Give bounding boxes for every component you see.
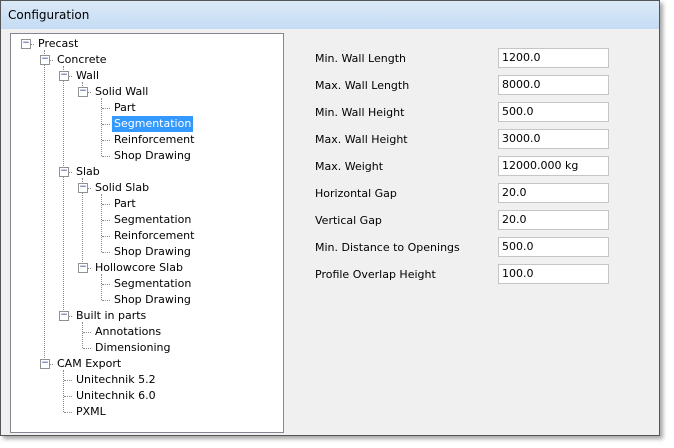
title-bar: Configuration	[1, 1, 659, 29]
field-input[interactable]: 3000.0	[498, 129, 609, 149]
tree-connector	[83, 348, 91, 349]
collapse-icon[interactable]: −	[59, 71, 69, 81]
tree-connector	[83, 332, 91, 333]
collapse-icon[interactable]: −	[78, 183, 88, 193]
tree-node[interactable]: Hollowcore Slab	[93, 260, 185, 276]
field-input[interactable]: 1200.0	[498, 48, 609, 68]
tree-node-label: Annotations	[95, 325, 162, 338]
tree-connector	[82, 322, 83, 348]
tree-node-label: Hollowcore Slab	[95, 261, 183, 274]
field-input[interactable]: 500.0	[498, 237, 609, 257]
tree-node[interactable]: Wall	[74, 68, 101, 84]
tree-node-label: Built in parts	[76, 309, 147, 322]
field-input[interactable]: 20.0	[498, 210, 609, 230]
tree-node-label: Shop Drawing	[114, 245, 191, 258]
tree-node-label: Part	[114, 197, 136, 210]
tree-node-label: Reinforcement	[114, 133, 195, 146]
tree-connector	[44, 50, 45, 364]
tree-connector	[102, 156, 110, 157]
tree-node-label: CAM Export	[57, 357, 122, 370]
tree-node[interactable]: Part	[112, 100, 138, 116]
tree-node-label: Segmentation	[114, 277, 192, 290]
tree-node-label: Segmentation	[112, 116, 194, 132]
tree-node-label: Precast	[38, 37, 79, 50]
tree-node-label: Slab	[76, 165, 100, 178]
tree-node[interactable]: Reinforcement	[112, 228, 196, 244]
collapse-icon[interactable]: −	[59, 311, 69, 321]
tree-connector	[102, 284, 110, 285]
field-label: Max. Wall Height	[315, 133, 408, 146]
tree-connector	[102, 140, 110, 141]
tree-node[interactable]: Unitechnik 5.2	[74, 372, 158, 388]
field-input[interactable]: 8000.0	[498, 75, 609, 95]
tree-node[interactable]: Segmentation	[112, 212, 193, 228]
window-title: Configuration	[8, 8, 90, 22]
collapse-icon[interactable]: −	[21, 39, 31, 49]
configuration-tree[interactable]: Precast − Concrete − Wall − Solid Wall − Part Seg…	[10, 33, 284, 433]
tree-connector	[101, 274, 102, 300]
tree-node[interactable]: Built in parts	[74, 308, 148, 324]
field-input[interactable]: 20.0	[498, 183, 609, 203]
field-label: Min. Wall Height	[315, 106, 405, 119]
tree-connector	[64, 380, 72, 381]
tree-node[interactable]: Precast	[36, 36, 80, 52]
tree-connector	[102, 220, 110, 221]
tree-node[interactable]: Slab	[74, 164, 102, 180]
field-label: Vertical Gap	[315, 214, 382, 227]
tree-node[interactable]: Segmentation	[112, 116, 194, 132]
tree-node[interactable]: CAM Export	[55, 356, 123, 372]
tree-connector	[102, 252, 110, 253]
tree-connector	[102, 300, 110, 301]
field-label: Max. Weight	[315, 160, 384, 173]
field-label: Profile Overlap Height	[315, 268, 436, 281]
tree-node-label: Shop Drawing	[114, 293, 191, 306]
tree-node[interactable]: Part	[112, 196, 138, 212]
tree-connector	[101, 194, 102, 252]
field-label: Min. Wall Length	[315, 52, 406, 65]
tree-connector	[101, 98, 102, 156]
tree-connector	[102, 236, 110, 237]
tree-node[interactable]: Reinforcement	[112, 132, 196, 148]
tree-connector	[63, 66, 64, 316]
field-input[interactable]: 500.0	[498, 102, 609, 122]
collapse-icon[interactable]: −	[59, 167, 69, 177]
tree-node-label: Dimensioning	[95, 341, 171, 354]
tree-node-label: PXML	[76, 405, 106, 418]
field-label: Horizontal Gap	[315, 187, 397, 200]
tree-connector	[102, 108, 110, 109]
tree-node[interactable]: Shop Drawing	[112, 148, 193, 164]
tree-node-label: Unitechnik 6.0	[76, 389, 156, 402]
tree-node-label: Wall	[76, 69, 100, 82]
tree-connector	[102, 124, 110, 125]
configuration-window: Configuration Precast − Concrete − Wall − Soli…	[0, 0, 660, 436]
tree-connector	[102, 204, 110, 205]
tree-node[interactable]: Annotations	[93, 324, 163, 340]
tree-connector	[64, 412, 72, 413]
collapse-icon[interactable]: −	[78, 263, 88, 273]
field-input[interactable]: 12000.000 kg	[498, 156, 609, 176]
collapse-icon[interactable]: −	[40, 55, 50, 65]
tree-node[interactable]: Shop Drawing	[112, 244, 193, 260]
tree-node[interactable]: Dimensioning	[93, 340, 172, 356]
tree-node-label: Segmentation	[114, 213, 192, 226]
tree-connector	[63, 370, 64, 412]
tree-node-label: Reinforcement	[114, 229, 195, 242]
tree-node[interactable]: PXML	[74, 404, 108, 420]
tree-node[interactable]: Shop Drawing	[112, 292, 193, 308]
tree-node-label: Shop Drawing	[114, 149, 191, 162]
tree-node[interactable]: Segmentation	[112, 276, 193, 292]
field-label: Min. Distance to Openings	[315, 241, 460, 254]
tree-node[interactable]: Unitechnik 6.0	[74, 388, 158, 404]
tree-node-label: Unitechnik 5.2	[76, 373, 156, 386]
tree-node-label: Part	[114, 101, 136, 114]
field-label: Max. Wall Length	[315, 79, 410, 92]
field-input[interactable]: 100.0	[498, 264, 609, 284]
collapse-icon[interactable]: −	[78, 87, 88, 97]
collapse-icon[interactable]: −	[40, 359, 50, 369]
tree-connector	[64, 396, 72, 397]
